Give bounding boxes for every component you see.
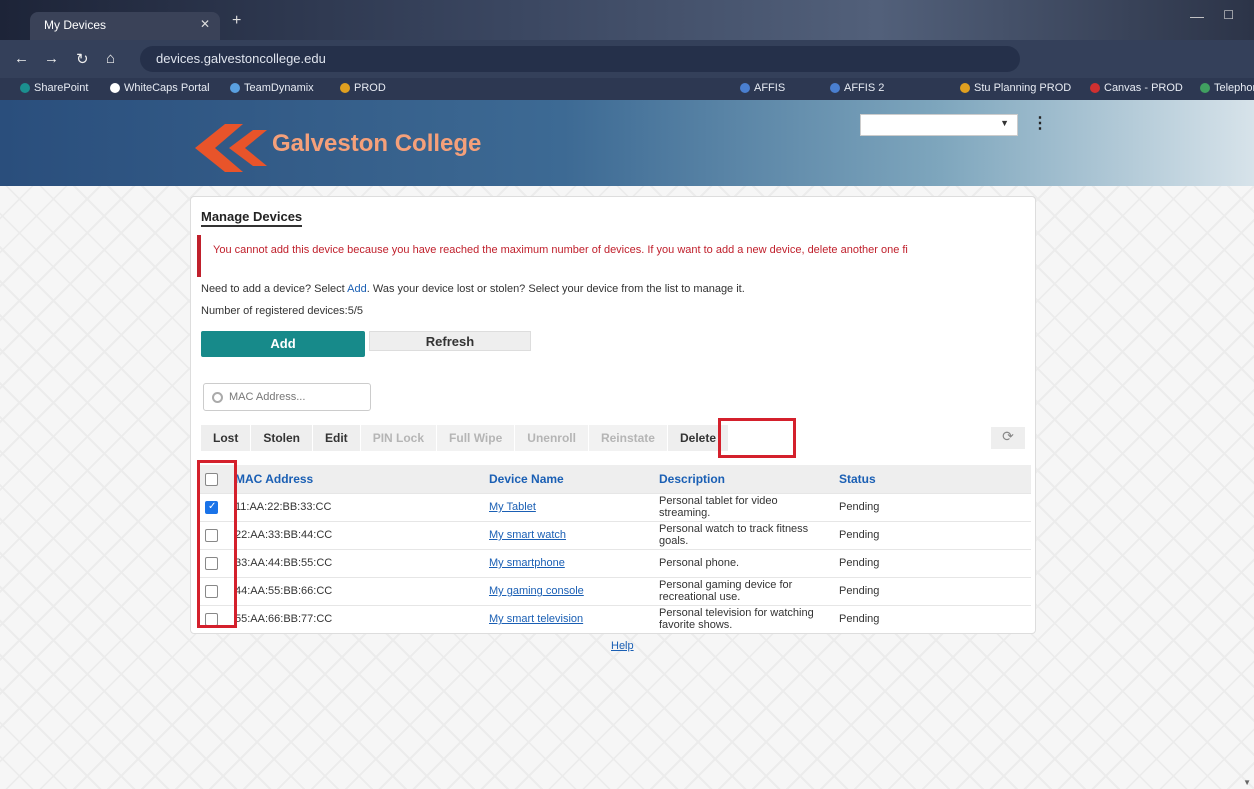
delete-highlight-box <box>718 418 796 458</box>
bookmark-affis-2[interactable]: AFFIS 2 <box>830 82 884 94</box>
device-name-link[interactable]: My smartphone <box>483 548 653 577</box>
mac-cell: 33:AA:44:BB:55:CC <box>229 548 483 577</box>
status-cell: Pending <box>833 492 1031 521</box>
mac-cell: 22:AA:33:BB:44:CC <box>229 520 483 549</box>
scroll-down-icon[interactable]: ▼ <box>1243 778 1251 787</box>
search-placeholder: MAC Address... <box>229 391 306 403</box>
refresh-button[interactable]: Refresh <box>369 331 531 351</box>
back-icon[interactable]: ← <box>14 50 29 67</box>
bookmark-icon <box>230 83 240 93</box>
address-bar[interactable]: devices.galvestoncollege.edu <box>140 46 1020 72</box>
home-icon[interactable]: ⌂ <box>106 50 115 67</box>
browser-tab[interactable]: My Devices ✕ <box>30 12 220 40</box>
status-cell: Pending <box>833 576 1031 605</box>
forward-icon[interactable]: → <box>44 50 59 67</box>
column-device-name[interactable]: Device Name <box>483 465 653 493</box>
device-name-link[interactable]: My Tablet <box>483 492 653 521</box>
device-name-link[interactable]: My smart television <box>483 604 653 633</box>
bookmarks-bar: SharePoint WhiteCaps Portal TeamDynamix … <box>0 78 1254 100</box>
description-cell: Personal phone. <box>653 548 833 577</box>
error-message: You cannot add this device because you h… <box>213 244 908 256</box>
table-row[interactable]: 11:AA:22:BB:33:CC My Tablet Personal tab… <box>199 492 1031 521</box>
lost-button[interactable]: Lost <box>201 425 252 451</box>
bookmark-icon <box>340 83 350 93</box>
url-text: devices.galvestoncollege.edu <box>156 51 326 66</box>
device-name-link[interactable]: My smart watch <box>483 520 653 549</box>
bookmark-icon <box>960 83 970 93</box>
bookmark-canvas[interactable]: Canvas - PROD <box>1090 82 1183 94</box>
stolen-button[interactable]: Stolen <box>251 425 314 451</box>
info-text: Need to add a device? Select Add. Was yo… <box>201 283 745 295</box>
description-cell: Personal watch to track fitness goals. <box>653 520 833 549</box>
description-cell: Personal television for watching favorit… <box>653 604 833 633</box>
site-header: Galveston College ▼ ⋮ <box>0 100 1254 186</box>
description-cell: Personal gaming device for recreational … <box>653 576 833 605</box>
reload-icon[interactable]: ↻ <box>76 50 89 68</box>
bookmark-sharepoint[interactable]: SharePoint <box>20 82 88 94</box>
bookmark-prod[interactable]: PROD <box>340 82 386 94</box>
column-description[interactable]: Description <box>653 465 833 493</box>
bookmark-telephone[interactable]: Telephone <box>1200 82 1254 94</box>
bookmark-whitecaps[interactable]: WhiteCaps Portal <box>110 82 210 94</box>
pin-lock-button[interactable]: PIN Lock <box>360 425 438 451</box>
bookmark-icon <box>1200 83 1210 93</box>
table-header-row: MAC Address Device Name Description Stat… <box>199 465 1031 493</box>
table-row[interactable]: 55:AA:66:BB:77:CC My smart television Pe… <box>199 604 1031 633</box>
bookmark-affis[interactable]: AFFIS <box>740 82 785 94</box>
add-link[interactable]: Add <box>347 283 367 295</box>
full-wipe-button[interactable]: Full Wipe <box>437 425 516 451</box>
table-row[interactable]: 33:AA:44:BB:55:CC My smartphone Personal… <box>199 548 1031 577</box>
table-row[interactable]: 44:AA:55:BB:66:CC My gaming console Pers… <box>199 576 1031 605</box>
browser-tab-bar: My Devices ✕ + — ☐ <box>0 0 1254 40</box>
globe-icon <box>110 83 120 93</box>
error-banner: You cannot add this device because you h… <box>197 235 1031 277</box>
reinstate-button[interactable]: Reinstate <box>588 425 668 451</box>
table-row[interactable]: 22:AA:33:BB:44:CC My smart watch Persona… <box>199 520 1031 549</box>
bookmark-icon <box>1090 83 1100 93</box>
bookmark-icon <box>830 83 840 93</box>
scrollbar[interactable] <box>1244 110 1252 780</box>
checkbox-column-highlight-box <box>197 460 237 628</box>
minimize-icon[interactable]: — <box>1190 8 1204 24</box>
tab-title: My Devices <box>44 18 107 32</box>
mac-cell: 11:AA:22:BB:33:CC <box>229 492 483 521</box>
close-icon[interactable]: ✕ <box>200 17 210 31</box>
language-select[interactable]: ▼ <box>860 114 1018 136</box>
add-button[interactable]: Add <box>201 331 365 357</box>
column-status[interactable]: Status <box>833 465 1031 493</box>
page-title: Manage Devices <box>201 209 303 227</box>
column-mac[interactable]: MAC Address <box>229 465 483 493</box>
search-icon <box>212 391 223 403</box>
college-logo-icon <box>195 124 267 172</box>
manage-devices-panel: Manage Devices You cannot add this devic… <box>190 196 1036 634</box>
menu-icon[interactable]: ⋮ <box>1032 113 1048 133</box>
device-count: Number of registered devices:5/5 <box>201 305 364 317</box>
bookmark-teamdynamix[interactable]: TeamDynamix <box>230 82 314 94</box>
status-cell: Pending <box>833 520 1031 549</box>
help-link[interactable]: Help <box>611 640 634 652</box>
chevron-down-icon: ▼ <box>1000 118 1009 128</box>
bookmark-stu-planning[interactable]: Stu Planning PROD <box>960 82 1071 94</box>
mac-cell: 44:AA:55:BB:66:CC <box>229 576 483 605</box>
new-tab-icon[interactable]: + <box>232 12 241 30</box>
description-cell: Personal tablet for video streaming. <box>653 492 833 521</box>
college-name: Galveston College <box>272 130 482 157</box>
unenroll-button[interactable]: Unenroll <box>515 425 589 451</box>
status-cell: Pending <box>833 604 1031 633</box>
status-cell: Pending <box>833 548 1031 577</box>
mac-cell: 55:AA:66:BB:77:CC <box>229 604 483 633</box>
edit-button[interactable]: Edit <box>313 425 361 451</box>
search-input[interactable]: MAC Address... <box>203 383 371 411</box>
bookmark-icon <box>740 83 750 93</box>
maximize-icon[interactable]: ☐ <box>1223 8 1234 22</box>
device-name-link[interactable]: My gaming console <box>483 576 653 605</box>
action-toolbar: Lost Stolen Edit PIN Lock Full Wipe Unen… <box>201 425 730 451</box>
sharepoint-icon <box>20 83 30 93</box>
devices-table: MAC Address Device Name Description Stat… <box>199 465 1031 633</box>
refresh-icon[interactable]: ⟳ <box>991 427 1025 449</box>
